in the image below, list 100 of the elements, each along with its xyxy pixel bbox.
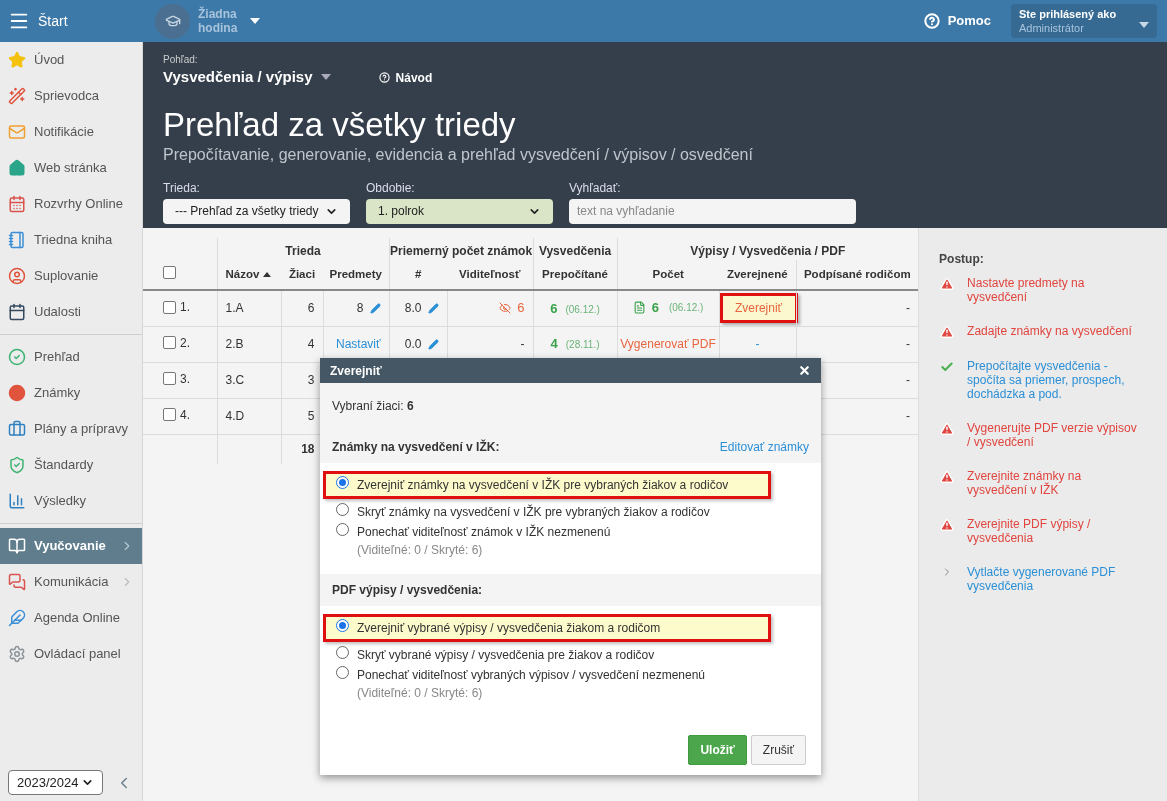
help-link[interactable]: Pomoc [947, 11, 991, 31]
visibility-value: - [520, 337, 525, 351]
check-circle-icon [8, 348, 26, 366]
option-label[interactable]: Ponechať viditeľnosť známok v IŽK nezmenenú [357, 523, 611, 541]
class-name: 2.B [225, 337, 244, 351]
student-count: 3 [307, 373, 315, 387]
checkbox[interactable] [163, 372, 176, 386]
sidebar-item[interactable]: Sprievodca [0, 78, 142, 114]
eye-off-icon [499, 301, 512, 314]
cancel-button[interactable]: Zrušiť [750, 735, 806, 765]
filter-select[interactable]: 1. polrok [366, 198, 553, 224]
magic-wand-icon [8, 87, 26, 105]
radio-button[interactable] [336, 503, 349, 516]
class-name: 4.D [225, 409, 245, 423]
sidebar-item[interactable]: Prehľad [0, 339, 142, 375]
column-header[interactable]: Predmety [329, 265, 382, 284]
option-label[interactable]: Skryť známky na vysvedčení v IŽK pre vybraných žiakov a rodičov [357, 503, 710, 521]
sidebar-item[interactable]: Ovládací panel [0, 636, 142, 672]
caret-icon [320, 74, 331, 81]
house-icon [8, 159, 26, 177]
pencil-icon[interactable] [427, 338, 439, 350]
column-header[interactable]: Prepočítané [542, 265, 608, 284]
radio-button[interactable] [336, 476, 349, 489]
column-group-header: Trieda [285, 244, 321, 258]
guide-link[interactable]: Návod [395, 68, 433, 87]
option-label[interactable]: Ponechať viditeľnosť vybraných výpisov / vysvedčení nezmenenú [357, 666, 706, 684]
column-group-header: Vysvedčenia [538, 244, 612, 258]
column-header[interactable]: Počet [652, 265, 684, 284]
sidebar-item[interactable]: Triedna kniha [0, 222, 142, 258]
student-count: 4 [307, 337, 315, 351]
graduation-cap-icon [164, 13, 181, 29]
step-link[interactable]: Nastavte predmety na vysvedčení [967, 276, 1143, 304]
sidebar-item[interactable]: Komunikácia [0, 564, 142, 600]
column-header[interactable]: Podpísané rodičom [803, 265, 911, 284]
year-select[interactable]: 2023/2024 [8, 770, 103, 795]
class-name: 3.C [225, 373, 245, 387]
warning-icon [940, 518, 955, 532]
sidebar-item[interactable]: Agenda Online [0, 600, 142, 636]
pencil-icon[interactable] [427, 302, 439, 314]
sidebar-item[interactable]: Suplovanie [0, 258, 142, 294]
option-label[interactable]: Skryť vybrané výpisy / vysvedčenia pre žiakov a rodičov [357, 646, 655, 664]
subject-count: 8 [356, 300, 364, 318]
sidebar-item[interactable]: Udalosti [0, 294, 142, 330]
checkbox[interactable] [163, 300, 176, 314]
radio-button[interactable] [336, 666, 349, 679]
hidden-count: 6 [517, 298, 525, 317]
column-group-header: Priemerný počet známok [390, 244, 533, 258]
step-link[interactable]: Zadajte známky na vysvedčení [967, 324, 1143, 339]
sidebar-item[interactable]: Rozvrhy Online [0, 186, 142, 222]
caret-icon [250, 18, 260, 24]
envelope-icon [8, 123, 26, 141]
column-header[interactable]: Žiaci [288, 265, 316, 284]
student-count: 6 [307, 301, 315, 316]
search-field[interactable]: text na vyhľadanie [569, 198, 856, 224]
sidebar-item[interactable]: Štandardy [0, 447, 142, 483]
step-link[interactable]: Zverejnite známky na vysvedčení v IŽK [967, 469, 1143, 497]
view-dropdown[interactable]: Vysvedčenia / výpisy [163, 66, 331, 89]
class-name: 1.A [225, 301, 244, 316]
user-menu[interactable]: Ste prihlásený ako Administrátor [1011, 4, 1157, 38]
section-title: PDF výpisy / vysvedčenia: [332, 582, 483, 599]
signed-value: - [906, 409, 911, 423]
pencil-icon[interactable] [369, 302, 381, 314]
column-header[interactable]: # [415, 265, 422, 284]
dialog-title: Zverejniť [330, 362, 382, 380]
sidebar-item[interactable]: Vyučovanie [0, 528, 142, 564]
option-label[interactable]: Zverejniť vybrané výpisy / vysvedčenia žiakom a rodičom [357, 619, 661, 637]
help-icon [923, 13, 940, 29]
calendar-icon [8, 303, 26, 321]
option-note: (Viditeľné: 0 / Skryté: 6) [357, 685, 484, 702]
page-title: Prehľad za všetky triedy [163, 104, 517, 145]
radio-button[interactable] [336, 619, 349, 632]
sidebar-item[interactable]: Známky [0, 375, 142, 411]
checkbox[interactable] [163, 265, 176, 279]
step-link[interactable]: Zverejnite PDF výpisy / vysvedčenia [967, 517, 1143, 545]
row-number: 4. [180, 406, 190, 424]
section-title: Známky na vysvedčení v IŽK: [332, 438, 500, 456]
column-header[interactable]: Zverejnené [726, 265, 788, 284]
radio-button[interactable] [336, 646, 349, 659]
caret-icon [1139, 22, 1149, 28]
sidebar-item[interactable]: Notifikácie [0, 114, 142, 150]
close-icon[interactable] [798, 364, 811, 377]
option-note: (Viditeľné: 0 / Skryté: 6) [357, 542, 484, 559]
step-link[interactable]: Vygenerujte PDF verzie výpisov / vysvedčení [967, 421, 1143, 449]
recalculated-count: 6 [550, 299, 558, 318]
sidebar-item[interactable]: Web stránka [0, 150, 142, 186]
warning-icon [940, 277, 955, 291]
checkbox[interactable] [163, 408, 176, 422]
radio-button[interactable] [336, 523, 349, 536]
option-label[interactable]: Zverejniť známky na vysvedčení v IŽK pre vybraných žiakov a rodičov [357, 476, 729, 494]
recalculated-date: (28.11.) [565, 338, 600, 353]
start-label[interactable]: Štart [38, 10, 68, 32]
checkbox[interactable] [163, 336, 176, 350]
sidebar-item[interactable]: Výsledky [0, 483, 142, 519]
sidebar-item[interactable]: Plány a prípravy [0, 411, 142, 447]
student-count: 5 [307, 409, 315, 423]
column-header[interactable]: Viditeľnosť [459, 265, 521, 284]
sidebar-item[interactable]: Úvod [0, 42, 142, 78]
filter-select[interactable]: --- Prehľad za všetky triedy [163, 198, 350, 224]
user-name: Administrátor [1019, 21, 1085, 35]
column-header[interactable]: Názov [225, 265, 260, 284]
